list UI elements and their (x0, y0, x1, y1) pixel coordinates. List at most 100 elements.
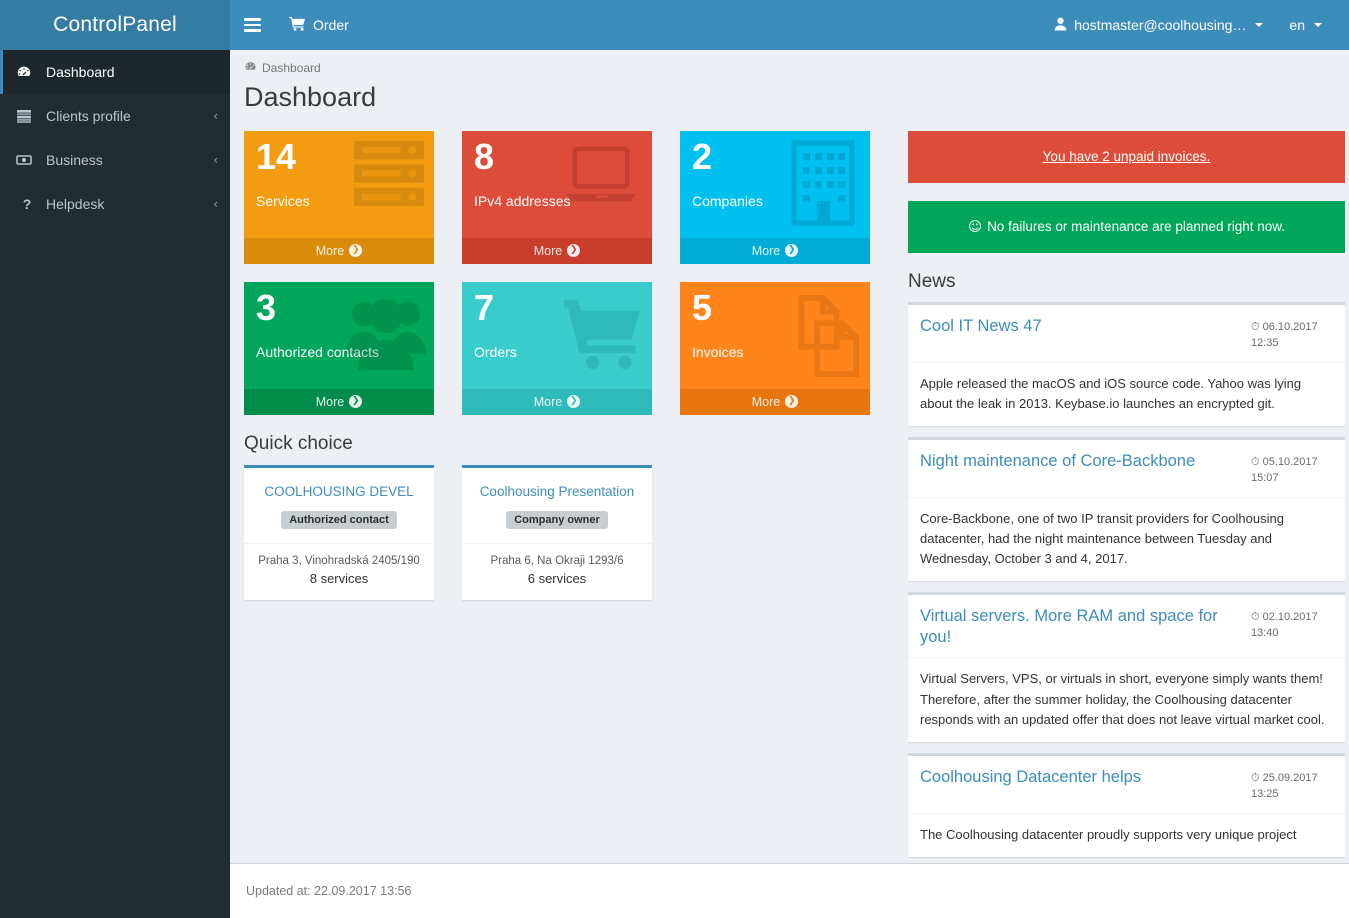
server-rack-icon (350, 137, 428, 216)
no-failures-alert: ☺ No failures or maintenance are planned… (908, 200, 1345, 253)
money-icon (16, 152, 38, 168)
stat-number: 7 (474, 286, 495, 328)
sidebar-item-label: Clients profile (46, 108, 131, 124)
news-item-date: ⏱ 06.10.2017 12:35 (1251, 316, 1333, 352)
stat-more-link[interactable]: More ❯ (462, 388, 652, 415)
stat-more-link[interactable]: More ❯ (244, 388, 434, 415)
sidebar-menu: Dashboard Clients profile ‹ Business ‹ ?… (0, 50, 230, 226)
quick-choice-card-header: Coolhousing Presentation Company owner (462, 468, 652, 543)
arrow-right-icon: ❯ (567, 395, 581, 409)
no-failures-text: No failures or maintenance are planned r… (987, 219, 1285, 235)
stat-tile-orders[interactable]: 7 Orders More ❯ (462, 281, 652, 415)
breadcrumb-label[interactable]: Dashboard (262, 61, 321, 75)
news-item-title[interactable]: Coolhousing Datacenter helps (920, 767, 1251, 788)
news-time-value: 13:25 (1251, 787, 1279, 800)
news-time-value: 15:07 (1251, 471, 1279, 484)
news-item-body: The Coolhousing datacenter proudly suppo… (908, 812, 1345, 857)
sidebar-item-clients-profile[interactable]: Clients profile ‹ (0, 94, 230, 138)
brand-name: ControlPanel (53, 13, 177, 36)
arrow-right-icon: ❯ (785, 244, 799, 258)
server-icon (16, 108, 38, 124)
news-item-body: Core-Backbone, one of two IP transit pro… (908, 496, 1345, 581)
quick-choice-card[interactable]: COOLHOUSING DEVEL Authorized contact Pra… (244, 464, 434, 600)
stat-tile-services[interactable]: 14 Services More ❯ (244, 130, 434, 264)
stat-number: 8 (474, 135, 495, 177)
news-item-header: Cool IT News 47 ⏱ 06.10.2017 12:35 (908, 305, 1345, 362)
smiley-icon: ☺ (967, 218, 983, 235)
sidebar-item-business[interactable]: Business ‹ (0, 138, 230, 182)
menu-toggle-button[interactable] (230, 0, 274, 50)
stat-number: 3 (256, 286, 277, 328)
laptop-icon (562, 145, 642, 212)
quick-choice-address: Praha 6, Na Okraji 1293/6 (490, 554, 624, 567)
status-badge: Company owner (506, 510, 608, 529)
news-item-header: Virtual servers. More RAM and space for … (908, 595, 1345, 657)
arrow-right-icon: ❯ (349, 395, 363, 409)
quick-choice-services: 8 services (309, 570, 369, 586)
users-icon (344, 292, 428, 377)
stat-tile-ipv4-addresses[interactable]: 8 IPv4 addresses More ❯ (462, 130, 652, 264)
hamburger-icon (243, 15, 261, 35)
stat-more-link[interactable]: More ❯ (244, 237, 434, 264)
quick-choice-title: Quick choice (244, 432, 353, 454)
clock-icon: ⏱ (1251, 455, 1260, 468)
news-item-body: Virtual Servers, VPS, or virtuals in sho… (908, 657, 1345, 741)
chevron-left-icon: ‹ (213, 197, 218, 211)
stat-caption: Invoices (692, 343, 744, 360)
left-column: 14 Services More ❯ 8 IPv4 addresses More… (244, 130, 892, 868)
dashboard-icon (16, 64, 38, 80)
status-badge: Authorized contact (281, 510, 397, 529)
quick-choice-services: 6 services (527, 570, 587, 586)
sidebar-item-helpdesk[interactable]: ? Helpdesk ‹ (0, 182, 230, 226)
quick-choice-cards: COOLHOUSING DEVEL Authorized contact Pra… (244, 464, 892, 600)
quick-choice-card[interactable]: Coolhousing Presentation Company owner P… (462, 464, 652, 600)
clock-icon: ⏱ (1251, 320, 1260, 333)
sidebar-item-dashboard[interactable]: Dashboard (0, 50, 230, 94)
news-item-header: Night maintenance of Core-Backbone ⏱ 05.1… (908, 440, 1345, 497)
stat-more-link[interactable]: More ❯ (680, 388, 870, 415)
stat-more-label: More (315, 243, 345, 258)
unpaid-invoices-link[interactable]: You have 2 unpaid invoices. (1043, 149, 1211, 164)
files-icon (774, 292, 860, 385)
news-item: Cool IT News 47 ⏱ 06.10.2017 12:35 Apple … (908, 301, 1345, 426)
page-title: Dashboard (244, 82, 377, 112)
news-item-body: Apple released the macOS and iOS source … (908, 361, 1345, 426)
news-item-title[interactable]: Virtual servers. More RAM and space for … (920, 606, 1251, 647)
user-menu-button[interactable]: hostmaster@coolhousing… (1041, 0, 1276, 50)
main-content: Dashboard Dashboard 14 Services More ❯ 8… (230, 50, 1349, 868)
stat-more-label: More (315, 394, 345, 409)
unpaid-invoices-alert[interactable]: You have 2 unpaid invoices. (908, 130, 1345, 183)
language-menu-button[interactable]: en (1276, 0, 1335, 50)
stat-more-label: More (533, 243, 563, 258)
news-title: News (908, 270, 956, 292)
news-date-value: 05.10.2017 (1262, 455, 1318, 468)
question-icon: ? (22, 196, 32, 212)
news-item-title[interactable]: Night maintenance of Core-Backbone (920, 451, 1251, 472)
stat-more-label: More (751, 394, 781, 409)
news-date-value: 06.10.2017 (1262, 320, 1318, 333)
quick-choice-name[interactable]: COOLHOUSING DEVEL (252, 484, 426, 499)
stat-more-link[interactable]: More ❯ (680, 237, 870, 264)
breadcrumb: Dashboard (230, 50, 1349, 75)
stat-number: 14 (256, 135, 297, 177)
quick-choice-name[interactable]: Coolhousing Presentation (470, 484, 644, 499)
chevron-down-icon (1314, 23, 1322, 27)
chevron-left-icon: ‹ (213, 153, 218, 167)
language-label: en (1289, 17, 1305, 33)
stat-tile-companies[interactable]: 2 Companies More ❯ (680, 130, 870, 264)
quick-choice-card-header: COOLHOUSING DEVEL Authorized contact (244, 468, 434, 543)
stat-more-link[interactable]: More ❯ (462, 237, 652, 264)
brand-logo[interactable]: ControlPanel (0, 0, 230, 50)
news-item-title[interactable]: Cool IT News 47 (920, 316, 1251, 337)
news-item-date: ⏱ 05.10.2017 15:07 (1251, 451, 1333, 487)
news-item: Virtual servers. More RAM and space for … (908, 592, 1345, 742)
stat-tile-authorized-contacts[interactable]: 3 Authorized contacts More ❯ (244, 281, 434, 415)
stat-more-label: More (751, 243, 781, 258)
stat-number: 5 (692, 286, 713, 328)
news-item: Night maintenance of Core-Backbone ⏱ 05.1… (908, 436, 1345, 582)
order-link[interactable]: Order (274, 0, 364, 50)
content-columns: 14 Services More ❯ 8 IPv4 addresses More… (230, 113, 1349, 868)
clock-icon: ⏱ (1251, 611, 1260, 624)
news-time-value: 13:40 (1251, 627, 1279, 640)
stat-tile-invoices[interactable]: 5 Invoices More ❯ (680, 281, 870, 415)
